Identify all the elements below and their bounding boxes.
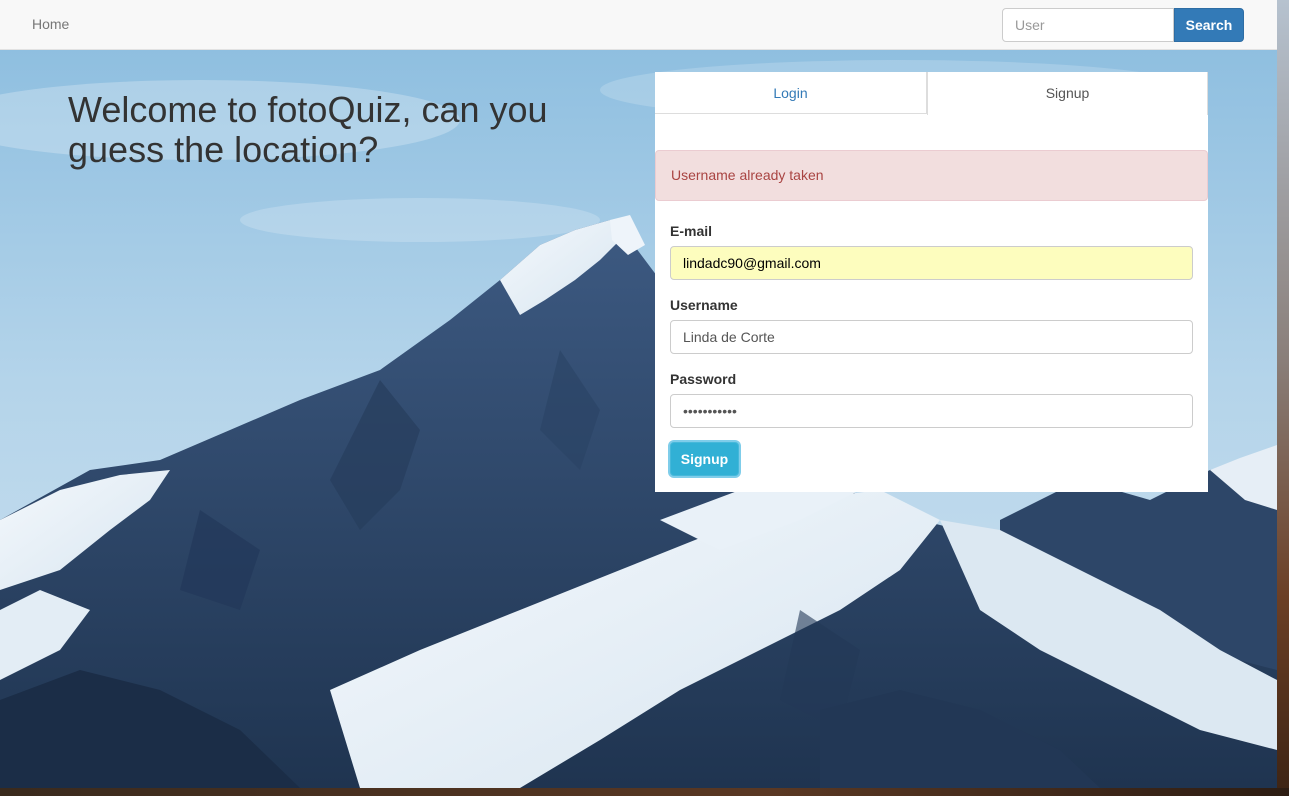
- browser-viewport: Home Search Welcome to fotoQuiz, can you…: [0, 0, 1277, 788]
- error-alert: Username already taken: [655, 150, 1208, 201]
- tab-signup[interactable]: Signup: [927, 72, 1208, 115]
- nav-home-link[interactable]: Home: [32, 16, 69, 32]
- email-field[interactable]: [670, 246, 1193, 280]
- tab-login[interactable]: Login: [655, 72, 927, 114]
- auth-panel: Login Signup Username already taken E-ma…: [655, 72, 1208, 492]
- page-headline: Welcome to fotoQuiz, can you guess the l…: [68, 89, 548, 170]
- auth-tabs: Login Signup: [655, 72, 1208, 115]
- username-field[interactable]: [670, 320, 1193, 354]
- search-button[interactable]: Search: [1174, 8, 1244, 42]
- user-search-input[interactable]: [1002, 8, 1174, 42]
- signup-submit-button[interactable]: Signup: [670, 442, 739, 476]
- desktop-wallpaper-edge: [1277, 0, 1289, 796]
- top-navbar: Home Search: [0, 0, 1277, 50]
- password-label: Password: [670, 371, 737, 387]
- password-field[interactable]: [670, 394, 1193, 428]
- desktop-wallpaper-bottom: [0, 788, 1289, 796]
- email-label: E-mail: [670, 223, 713, 239]
- username-label: Username: [670, 297, 738, 313]
